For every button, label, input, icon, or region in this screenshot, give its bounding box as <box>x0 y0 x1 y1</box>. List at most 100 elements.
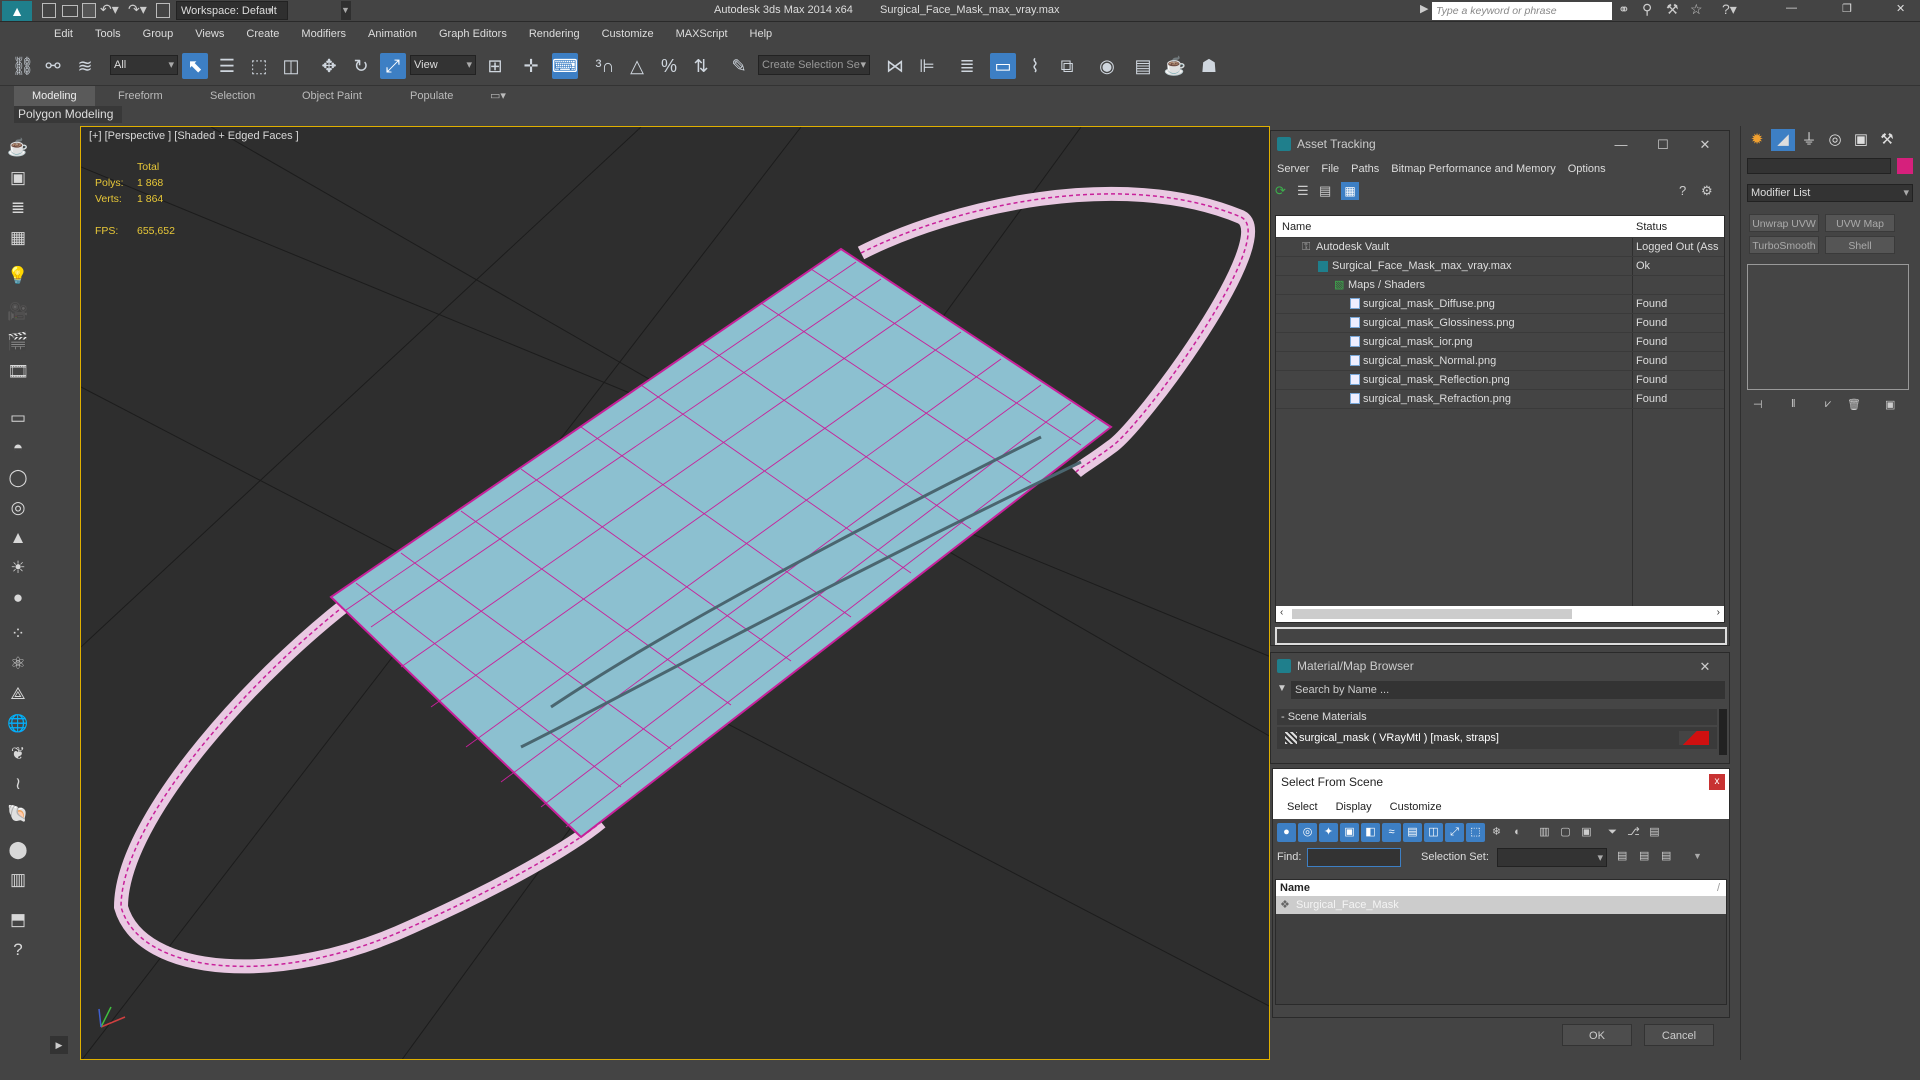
bind-spacewarp-icon[interactable]: ≋ <box>72 53 98 79</box>
rendered-frame-window-icon[interactable]: ☕ <box>1162 53 1188 79</box>
modifier-list-dropdown[interactable]: Modifier List ▾ <box>1747 184 1913 202</box>
menu-display[interactable]: Display <box>1336 801 1372 813</box>
material-list-item[interactable]: surgical_mask ( VRayMtl ) [mask, straps] <box>1277 727 1717 749</box>
ribbon-tab-modeling[interactable]: Modeling <box>14 86 95 106</box>
snaps-toggle-icon[interactable]: ³∩ <box>592 53 618 79</box>
ok-button[interactable]: OK <box>1562 1024 1632 1046</box>
minimize-button[interactable]: — <box>1601 131 1641 158</box>
filter-helpers-icon[interactable]: ◧ <box>1361 823 1380 842</box>
list-icon[interactable]: ≣ <box>6 196 30 220</box>
disc-icon[interactable]: ● <box>6 586 30 610</box>
menu-tools[interactable]: Tools <box>84 22 132 46</box>
exchange-icon[interactable]: ⚒ <box>1666 1 1679 18</box>
filter-cameras-icon[interactable]: ▣ <box>1340 823 1359 842</box>
close-button[interactable]: x <box>1709 774 1725 790</box>
filter-geometry-icon[interactable]: ● <box>1277 823 1296 842</box>
ribbon-panel-polygon-modeling[interactable]: Polygon Modeling <box>14 106 122 123</box>
quick-access-new-icon[interactable] <box>42 3 56 18</box>
hierarchy-icon[interactable]: ⎇ <box>1624 823 1643 842</box>
filter-hidden-icon[interactable]: ◐ <box>1508 823 1527 842</box>
selection-set-add-icon[interactable]: ▤ <box>1639 849 1649 862</box>
menu-file[interactable]: File <box>1321 163 1339 175</box>
particles-icon[interactable]: ⁘ <box>6 622 30 646</box>
keyboard-shortcut-override-icon[interactable]: ⌨ <box>552 53 578 79</box>
menu-select[interactable]: Select <box>1287 801 1318 813</box>
display-none-icon[interactable]: ▢ <box>1556 823 1575 842</box>
maximize-button[interactable]: ❐ <box>1842 2 1852 15</box>
table-row[interactable]: surgical_mask_Diffuse.png Found <box>1276 295 1724 314</box>
col-status[interactable]: Status <box>1636 216 1667 238</box>
table-row[interactable]: ▧ Maps / Shaders <box>1276 276 1724 295</box>
paint-bucket-icon[interactable]: ⬒ <box>6 908 30 932</box>
shell-button[interactable]: Shell <box>1825 236 1895 254</box>
window-crossing-icon[interactable]: ◫ <box>278 53 304 79</box>
pivot-center-icon[interactable]: ⊞ <box>482 53 508 79</box>
menu-modifiers[interactable]: Modifiers <box>290 22 357 46</box>
render-icon[interactable]: 🎞 <box>6 360 30 384</box>
hold-icon[interactable] <box>156 3 170 18</box>
display-all-icon[interactable]: ▥ <box>1535 823 1554 842</box>
building-icon[interactable]: ▥ <box>6 868 30 892</box>
help-icon[interactable]: ? <box>1679 183 1686 198</box>
select-move-icon[interactable]: ✥ <box>316 53 342 79</box>
select-object-icon[interactable]: ⬉ <box>182 53 208 79</box>
perspective-viewport[interactable]: [+] [Perspective ] [Shaded + Edged Faces… <box>80 126 1270 1060</box>
named-selection-set-dropdown[interactable]: Create Selection Se <box>758 55 870 75</box>
help-icon[interactable]: ?▾ <box>1722 1 1737 18</box>
remove-modifier-icon[interactable]: 🗑 <box>1847 398 1861 411</box>
spinner-snap-icon[interactable]: ⇅ <box>688 53 714 79</box>
table-view-icon[interactable]: ▦ <box>1341 182 1359 200</box>
filter-lights-icon[interactable]: ✦ <box>1319 823 1338 842</box>
hair-icon[interactable]: ≀ <box>6 772 30 796</box>
ribbon-tab-freeform[interactable]: Freeform <box>118 86 163 106</box>
collapse-icon[interactable]: ▤ <box>1645 823 1664 842</box>
table-row[interactable]: surgical_mask_Normal.png Found <box>1276 352 1724 371</box>
filter-bones-icon[interactable]: ⤢ <box>1445 823 1464 842</box>
configure-modifier-sets-icon[interactable]: ▣ <box>1885 398 1895 411</box>
reference-coordinate-dropdown[interactable]: View <box>410 55 476 75</box>
show-end-result-icon[interactable]: ‖ <box>1791 398 1796 410</box>
quick-access-open-icon[interactable] <box>62 5 78 17</box>
manipulate-icon[interactable]: ✛ <box>518 53 544 79</box>
menu-views[interactable]: Views <box>184 22 235 46</box>
plant-icon[interactable]: ❦ <box>6 742 30 766</box>
menu-rendering[interactable]: Rendering <box>518 22 591 46</box>
filter-shapes-icon[interactable]: ◎ <box>1298 823 1317 842</box>
uvw-map-button[interactable]: UVW Map <box>1825 214 1895 232</box>
table-row[interactable]: ⚿ Autodesk Vault Logged Out (Ass <box>1276 238 1724 257</box>
display-invert-icon[interactable]: ▣ <box>1577 823 1596 842</box>
dropdown-arrow-icon[interactable]: ▼ <box>1693 851 1702 861</box>
list-item[interactable]: ❖ Surgical_Face_Mask <box>1276 896 1726 914</box>
selection-set-icon[interactable]: ▤ <box>1617 849 1627 862</box>
vertical-scrollbar[interactable] <box>1719 709 1727 755</box>
scene-object-list[interactable]: Name / ❖ Surgical_Face_Mask <box>1275 879 1727 1005</box>
close-button[interactable]: ✕ <box>1896 2 1905 15</box>
close-button[interactable]: ✕ <box>1685 131 1725 158</box>
angle-snap-icon[interactable]: △ <box>624 53 650 79</box>
select-rotate-icon[interactable]: ↻ <box>348 53 374 79</box>
col-name[interactable]: Name <box>1280 882 1310 894</box>
ribbon-tab-selection[interactable]: Selection <box>210 86 255 106</box>
render-production-icon[interactable]: ☗ <box>1196 53 1222 79</box>
asset-list[interactable]: Name Status ⚿ Autodesk Vault Logged Out … <box>1275 215 1725 623</box>
link-icon[interactable]: ⛓ <box>10 53 36 79</box>
filter-xrefs-icon[interactable]: ◫ <box>1424 823 1443 842</box>
refresh-icon[interactable]: ⟳ <box>1275 183 1286 199</box>
menu-edit[interactable]: Edit <box>43 22 84 46</box>
ribbon-tab-object-paint[interactable]: Object Paint <box>302 86 362 106</box>
menu-bitmap-performance[interactable]: Bitmap Performance and Memory <box>1391 163 1555 175</box>
filter-funnel-icon[interactable]: ⏷ <box>1603 823 1622 842</box>
options-arrow-icon[interactable]: ▼ <box>1277 683 1287 694</box>
menu-options[interactable]: Options <box>1568 163 1606 175</box>
turbosmooth-button[interactable]: TurboSmooth <box>1749 236 1819 254</box>
unwrap-uvw-button[interactable]: Unwrap UVW <box>1749 214 1819 232</box>
plane-icon[interactable]: ▭ <box>6 406 30 430</box>
light-bulb-icon[interactable]: 💡 <box>6 264 30 288</box>
filter-containers-icon[interactable]: ⬚ <box>1466 823 1485 842</box>
align-icon[interactable]: ⊫ <box>914 53 940 79</box>
viewport-label[interactable]: [+] [Perspective ] [Shaded + Edged Faces… <box>89 130 299 142</box>
quick-access-save-icon[interactable] <box>82 3 96 18</box>
video-camera-icon[interactable]: 🎬 <box>6 330 30 354</box>
hierarchy-tab-icon[interactable]: ⏚ <box>1797 129 1821 151</box>
edit-named-selection-icon[interactable]: ✎ <box>726 53 752 79</box>
